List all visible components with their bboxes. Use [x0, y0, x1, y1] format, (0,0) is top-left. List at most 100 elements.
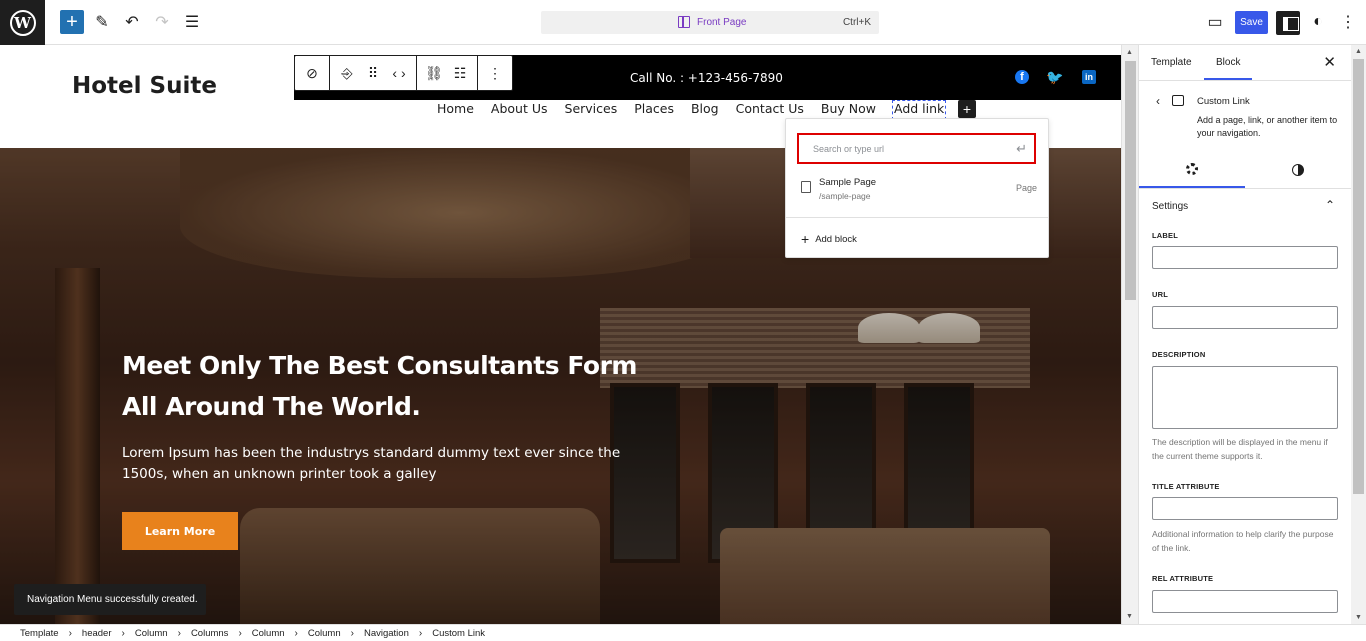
breadcrumb-item[interactable]: Navigation [364, 628, 409, 639]
chevron-right-icon: › [68, 627, 72, 639]
wordpress-logo-icon[interactable]: W [0, 0, 45, 45]
title-attribute-input[interactable] [1152, 497, 1338, 520]
breadcrumb-item[interactable]: Columns [191, 628, 229, 639]
page-document-icon [801, 181, 811, 193]
breadcrumb-item[interactable]: Column [308, 628, 341, 639]
description-help: The description will be displayed in the… [1152, 437, 1328, 461]
suggestion-type: Page [1015, 183, 1037, 193]
preview-desktop-icon[interactable]: ▭ [1203, 10, 1227, 34]
add-block-button[interactable]: + Add block [801, 231, 857, 247]
nav-item-blog[interactable]: Blog [691, 101, 719, 119]
drag-handle-icon[interactable]: ⠿ [362, 62, 384, 84]
chevron-right-icon: › [238, 627, 242, 639]
chevron-up-icon[interactable]: ⌃ [1325, 198, 1335, 212]
suggestion-title: Sample Page [819, 177, 877, 188]
sidebar-tabs: Template Block ✕ [1139, 45, 1351, 81]
nav-item-buy-now[interactable]: Buy Now [821, 101, 876, 119]
redo-icon[interactable]: ↷ [150, 10, 174, 34]
link-suggestion-item[interactable]: Sample Page /sample-page Page [786, 173, 1048, 209]
learn-more-button[interactable]: Learn More [122, 512, 238, 550]
tab-template[interactable]: Template [1151, 57, 1192, 68]
breadcrumb-item[interactable]: header [82, 628, 112, 639]
divider [786, 217, 1048, 218]
add-submenu-icon[interactable]: ☷ [449, 62, 471, 84]
tools-pencil-icon[interactable]: ✎ [90, 10, 114, 34]
custom-link-icon [1172, 95, 1184, 106]
chevron-left-icon[interactable]: ‹ [1156, 94, 1160, 108]
custom-link-block-icon[interactable]: ⎆ [336, 62, 358, 84]
sidebar-scrollbar[interactable]: ▲ ▼ [1351, 45, 1366, 624]
add-nav-item-icon[interactable]: + [958, 100, 976, 118]
settings-sidebar-toggle-icon[interactable] [1276, 11, 1300, 35]
hero-heading-line2: All Around The World. [122, 392, 421, 421]
hero-paragraph-line1: Lorem Ipsum has been the industrys stand… [122, 445, 621, 461]
description-textarea[interactable] [1152, 366, 1338, 429]
nav-item-add-link[interactable]: Add link [891, 100, 947, 120]
site-title[interactable]: Hotel Suite [72, 73, 217, 99]
label-input[interactable] [1152, 246, 1338, 269]
hero-paragraph-line2: 1500s, when an unknown printer took a ga… [122, 466, 437, 482]
document-overview-icon[interactable]: ☰ [180, 10, 204, 34]
save-button[interactable]: Save [1235, 11, 1268, 34]
chevron-right-icon: › [350, 627, 354, 639]
breadcrumb-item[interactable]: Custom Link [432, 628, 485, 639]
nav-item-about-us[interactable]: About Us [491, 101, 548, 119]
options-menu-icon[interactable]: ⋮ [1336, 10, 1360, 34]
rel-attribute-input[interactable] [1152, 590, 1338, 613]
settings-style-tabs [1139, 152, 1351, 189]
title-attribute-help: Additional information to help clarify t… [1152, 529, 1334, 553]
nav-item-home[interactable]: Home [437, 101, 474, 119]
block-options-icon[interactable]: ⋮ [484, 62, 506, 84]
editor-canvas: Hotel Suite Call No. : +123-456-7890 f 🐦… [0, 45, 1121, 624]
breadcrumb-item[interactable]: Column [252, 628, 285, 639]
hero-heading[interactable]: Meet Only The Best Consultants Form All … [122, 345, 682, 427]
url-input[interactable] [1152, 306, 1338, 329]
close-icon[interactable]: ✕ [1323, 53, 1336, 71]
canvas-scrollbar[interactable]: ▲ ▼ [1121, 45, 1138, 624]
tab-styles[interactable] [1245, 152, 1351, 188]
breadcrumb-item[interactable]: Template [20, 628, 59, 639]
link-url-placeholder: Search or type url [813, 143, 885, 154]
settings-sidebar: Template Block ✕ ‹ Custom Link Add a pag… [1138, 45, 1351, 624]
hero-paragraph[interactable]: Lorem Ipsum has been the industrys stand… [122, 443, 642, 485]
chevron-right-icon: › [121, 627, 125, 639]
twitter-icon[interactable]: 🐦 [1046, 69, 1063, 85]
link-control-popover: Search or type url ↵ Sample Page /sample… [785, 118, 1049, 258]
add-block-label: Add block [815, 233, 857, 245]
tab-block[interactable]: Block [1203, 57, 1254, 80]
rel-attribute-field-label: REL ATTRIBUTE [1152, 574, 1214, 583]
gear-icon [1186, 163, 1198, 175]
breadcrumb-item[interactable]: Column [135, 628, 168, 639]
move-arrows-icon[interactable]: ‹ › [388, 62, 410, 84]
template-icon [678, 16, 690, 28]
styles-icon [1292, 164, 1304, 176]
nav-item-services[interactable]: Services [565, 101, 618, 119]
link-url-input[interactable]: Search or type url ↵ [797, 133, 1036, 164]
nav-item-contact-us[interactable]: Contact Us [736, 101, 804, 119]
facebook-icon[interactable]: f [1015, 70, 1029, 84]
url-field-label: URL [1152, 290, 1169, 299]
snackbar-notice[interactable]: Navigation Menu successfully created. [14, 584, 206, 615]
call-number-text[interactable]: Call No. : +123-456-7890 [630, 71, 783, 85]
settings-section-title[interactable]: Settings [1152, 201, 1188, 212]
block-card: ‹ Custom Link Add a page, link, or anoth… [1139, 82, 1351, 152]
block-description: Add a page, link, or another item to you… [1197, 115, 1338, 138]
submit-enter-icon[interactable]: ↵ [1016, 141, 1027, 157]
command-palette-bar[interactable]: Front Page Ctrl+K [541, 11, 879, 34]
compass-icon[interactable]: ⊘ [301, 62, 323, 84]
chevron-right-icon: › [294, 627, 298, 639]
block-breadcrumb: Template › header › Column › Columns › Colum… [0, 624, 1366, 641]
link-icon[interactable]: ⛓ [423, 62, 445, 84]
navigation-menu: Home About Us Services Places Blog Conta… [437, 100, 947, 120]
label-field-label: LABEL [1152, 231, 1178, 240]
keyboard-shortcut: Ctrl+K [842, 17, 871, 28]
editor-top-bar: W + ✎ ↶ ↷ ☰ Front Page Ctrl+K ▭ Save ◐ ⋮ [0, 0, 1366, 45]
undo-icon[interactable]: ↶ [120, 10, 144, 34]
chevron-right-icon: › [418, 627, 423, 639]
document-title: Front Page [697, 17, 747, 28]
linkedin-icon[interactable]: in [1082, 70, 1096, 84]
tab-settings[interactable] [1139, 152, 1245, 188]
styles-contrast-icon[interactable]: ◐ [1306, 10, 1330, 34]
nav-item-places[interactable]: Places [634, 101, 674, 119]
block-inserter-button[interactable]: + [60, 10, 84, 34]
